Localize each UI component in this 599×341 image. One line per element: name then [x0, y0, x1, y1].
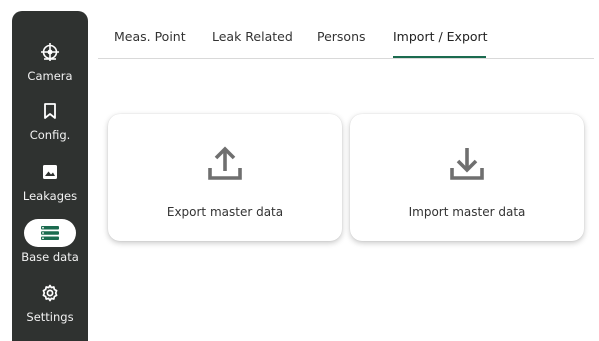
tab-persons[interactable]: Persons [317, 29, 366, 44]
tab-leak-related[interactable]: Leak Related [212, 29, 293, 44]
gear-icon [24, 279, 76, 307]
tab-import-export[interactable]: Import / Export [393, 29, 488, 44]
sidebar-item-camera[interactable]: Camera [12, 38, 88, 83]
import-master-data-card[interactable]: Import master data [350, 114, 584, 241]
bookmark-icon [24, 97, 76, 125]
export-card-label: Export master data [166, 205, 284, 219]
sidebar-item-label: Config. [29, 128, 71, 142]
download-icon [350, 144, 584, 184]
tab-bar: Meas. Point Leak Related Persons Import … [98, 0, 594, 59]
image-icon [24, 158, 76, 186]
active-tab-indicator [393, 56, 486, 58]
sidebar-item-label: Camera [27, 69, 73, 83]
sidebar-item-base-data[interactable]: Base data [12, 219, 88, 264]
sidebar-item-label: Leakages [22, 189, 78, 203]
sidebar-item-label: Settings [26, 310, 74, 324]
upload-icon [108, 144, 342, 184]
sidebar-item-label: Base data [21, 250, 79, 264]
sidebar-item-leakages[interactable]: Leakages [12, 158, 88, 203]
sidebar: Camera Config. Leakages Base data Settin… [12, 11, 88, 341]
sidebar-item-settings[interactable]: Settings [12, 279, 88, 324]
list-icon [24, 219, 76, 247]
export-master-data-card[interactable]: Export master data [108, 114, 342, 241]
tab-meas-point[interactable]: Meas. Point [114, 29, 186, 44]
import-card-label: Import master data [408, 205, 526, 219]
camera-target-icon [24, 38, 76, 66]
sidebar-item-config[interactable]: Config. [12, 97, 88, 142]
